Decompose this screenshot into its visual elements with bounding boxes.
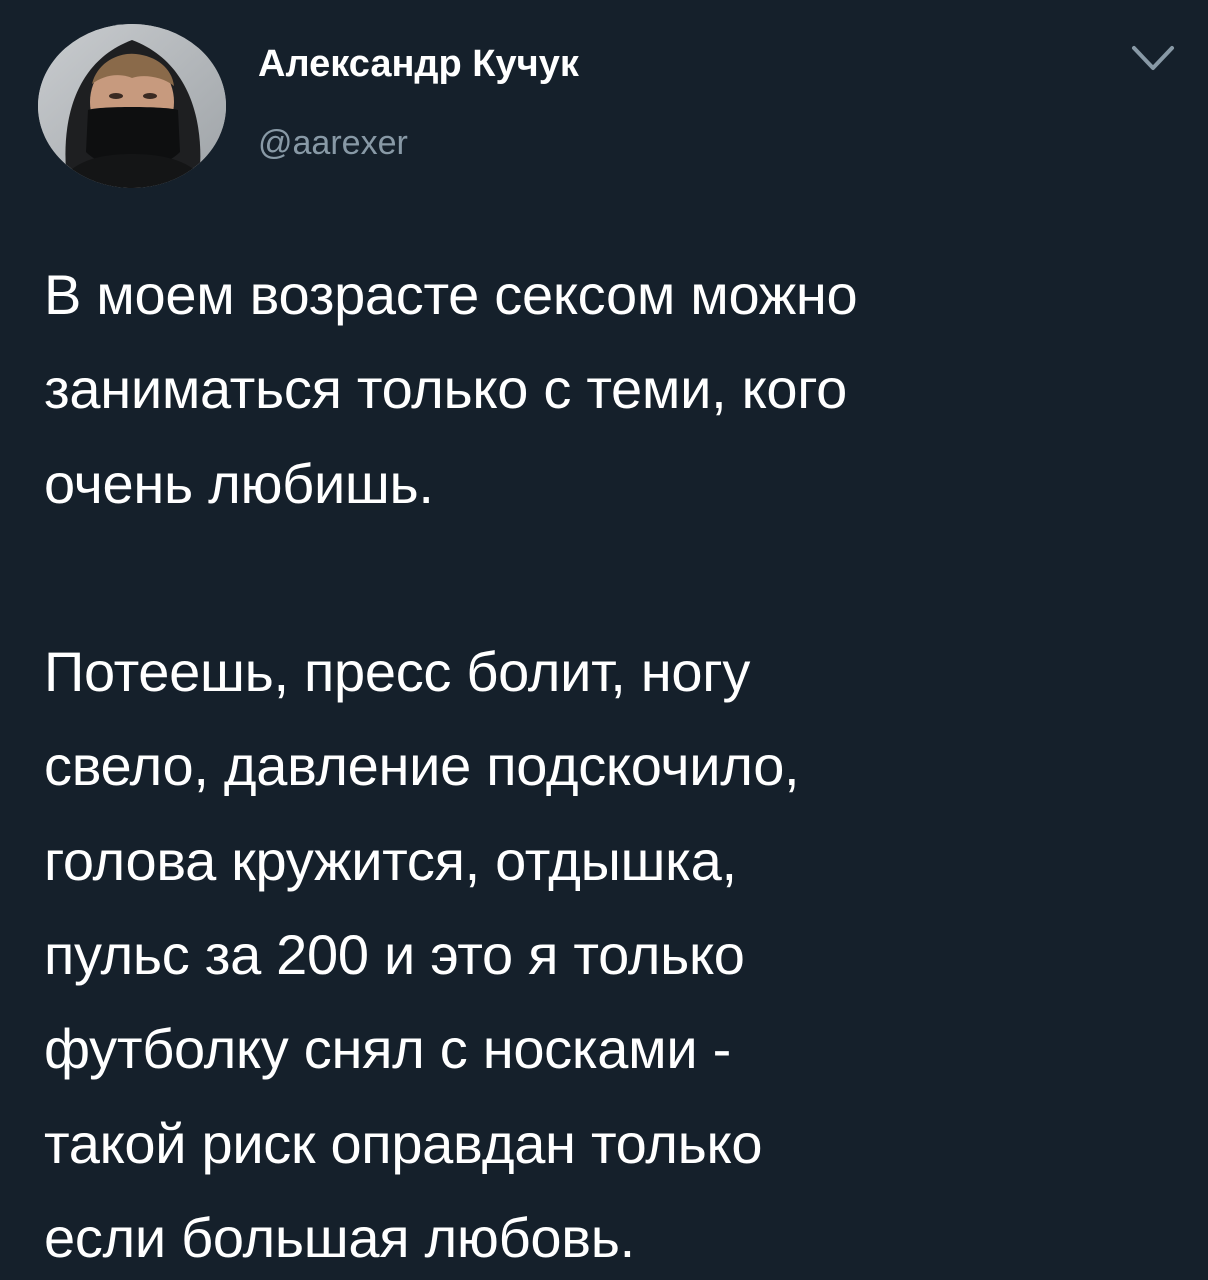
tweet-text-line: заниматься только с теми, кого <box>44 357 848 421</box>
tweet-text-line: очень любишь. <box>44 451 434 515</box>
tweet-text-line: если большая любовь. <box>44 1205 635 1269</box>
author-display-name[interactable]: Александр Кучук <box>258 38 579 90</box>
tweet-text: В моем возрасте сексом можно заниматься … <box>44 248 1184 1280</box>
tweet-text-line: Потеешь, пресс болит, ногу <box>44 640 751 704</box>
tweet-text-line: голова кружится, отдышка, <box>44 828 737 892</box>
tweet-card: Александр Кучук @aarexer В моем возрасте… <box>0 0 1208 1280</box>
tweet-text-line: пульс за 200 и это я только <box>44 923 745 987</box>
avatar[interactable] <box>38 24 226 188</box>
tweet-text-line: такой риск оправдан только <box>44 1111 763 1175</box>
chevron-down-glyph <box>1132 46 1174 70</box>
tweet-text-line: футболку снял с носками - <box>44 1017 731 1081</box>
tweet-text-line: В моем возрасте сексом можно <box>44 263 858 326</box>
chevron-down-icon[interactable] <box>1126 38 1180 78</box>
tweet-text-line: свело, давление подскочило, <box>44 734 800 798</box>
author-handle[interactable]: @aarexer <box>258 120 408 166</box>
avatar-image <box>38 24 226 188</box>
